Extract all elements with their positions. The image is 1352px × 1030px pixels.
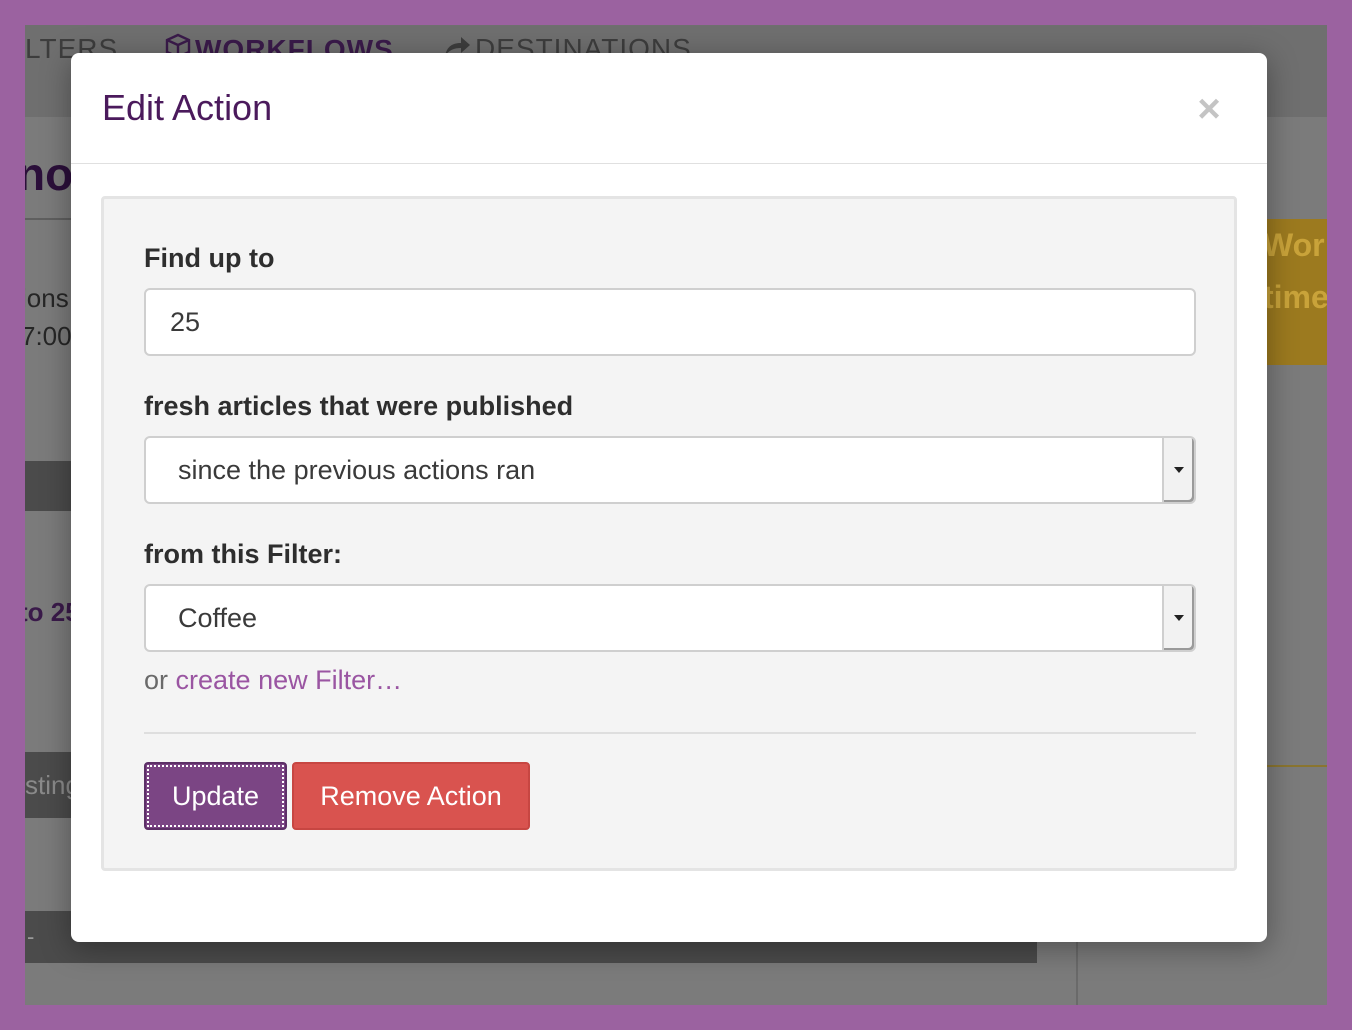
filter-label: from this Filter:	[144, 539, 343, 569]
find-up-to-label: Find up to	[144, 243, 275, 273]
action-form: Find up to 25 fresh articles that were p…	[101, 196, 1237, 871]
dropdown-caret-icon[interactable]	[1162, 586, 1194, 650]
page-heading-fragment: no	[25, 148, 74, 200]
close-icon[interactable]: ×	[1191, 89, 1227, 129]
background-alert: Wor time	[1257, 219, 1327, 365]
edit-action-modal: Edit Action × Find up to 25 fresh articl…	[71, 53, 1267, 942]
alert-line-2: time	[1263, 279, 1327, 315]
remove-action-button[interactable]: Remove Action	[292, 762, 530, 830]
published-label: fresh articles that were published	[144, 391, 574, 421]
modal-header: Edit Action ×	[71, 53, 1267, 164]
find-up-to-value: 25	[170, 307, 201, 337]
background-time: 7:00	[25, 321, 72, 351]
alert-line-1: Wor	[1263, 227, 1325, 263]
published-select[interactable]: since the previous actions ran	[144, 436, 1196, 504]
background-text: ions	[25, 283, 69, 313]
modal-title: Edit Action	[102, 87, 273, 128]
filter-select[interactable]: Coffee	[144, 584, 1196, 652]
or-text: or	[144, 665, 169, 695]
find-up-to-input[interactable]: 25	[144, 288, 1196, 356]
update-button[interactable]: Update	[144, 762, 287, 830]
published-selected-value: since the previous actions ran	[178, 455, 536, 485]
filter-selected-value: Coffee	[178, 603, 258, 633]
create-filter-line: or create new Filter…	[144, 665, 402, 696]
dropdown-caret-icon[interactable]	[1162, 438, 1194, 502]
background-dash: -	[27, 924, 35, 949]
create-new-filter-link[interactable]: create new Filter…	[176, 665, 403, 695]
form-divider	[144, 732, 1196, 734]
